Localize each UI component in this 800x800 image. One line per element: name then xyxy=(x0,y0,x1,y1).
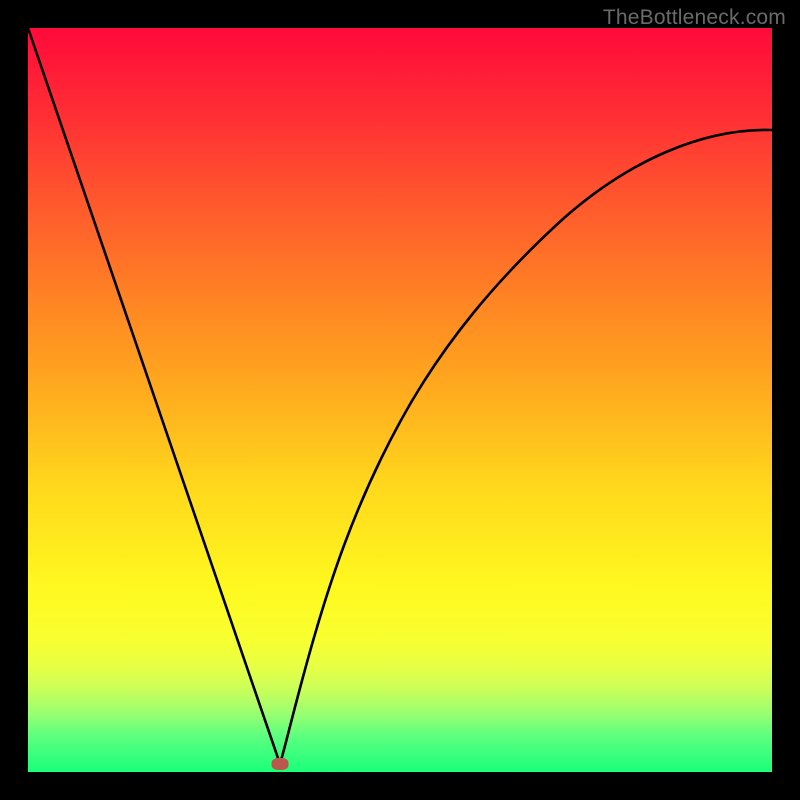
watermark-text: TheBottleneck.com xyxy=(603,6,786,30)
chart-frame: TheBottleneck.com xyxy=(0,0,800,800)
curve-path xyxy=(28,28,772,764)
minimum-marker xyxy=(272,758,289,770)
bottleneck-curve xyxy=(28,28,772,772)
